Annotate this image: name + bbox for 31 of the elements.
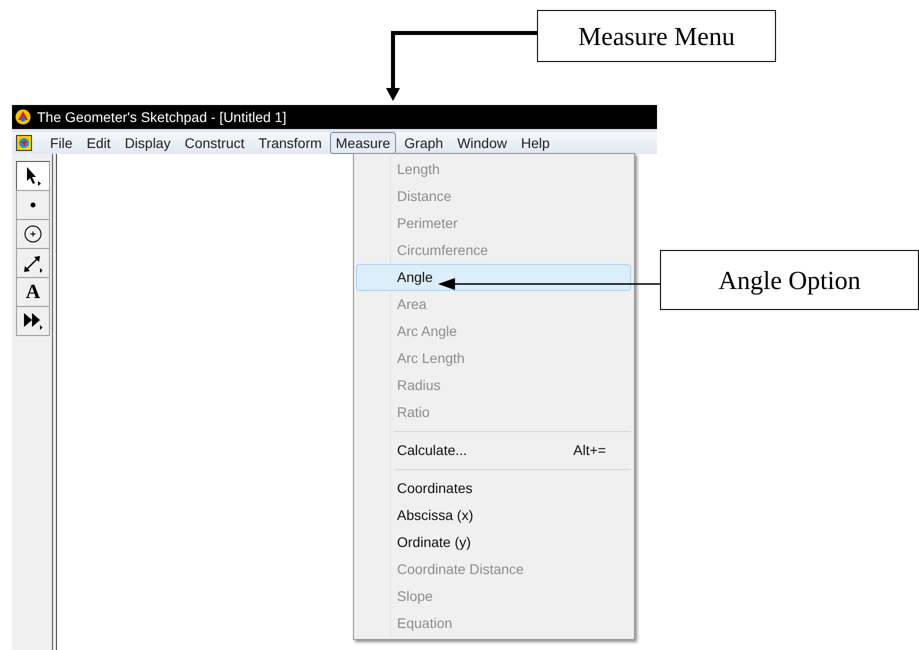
menu-bar-item[interactable]: File: [44, 132, 79, 154]
tool-button[interactable]: [16, 161, 50, 191]
menu-item[interactable]: Calculate... Alt+=: [356, 437, 631, 464]
tool-button[interactable]: A: [16, 277, 50, 307]
point-icon: [30, 202, 36, 208]
menu-bar-item[interactable]: Construct: [178, 132, 251, 154]
menu-bar-item[interactable]: Edit: [80, 132, 117, 154]
menu-bar-item[interactable]: Window: [451, 132, 513, 154]
app-logo-icon: [15, 109, 31, 125]
menu-bar-item[interactable]: Display: [118, 132, 177, 154]
circle-icon: [24, 225, 42, 243]
menu-bar-item[interactable]: Measure: [330, 132, 396, 154]
menu-item[interactable]: Abscissa (x): [356, 502, 631, 529]
menu-item[interactable]: Angle: [356, 264, 631, 291]
callout-box: Measure Menu: [537, 10, 776, 62]
callout-box: Angle Option: [660, 250, 919, 310]
tool-button[interactable]: [16, 219, 50, 249]
shortcut-label: Alt+=: [573, 441, 606, 460]
document-icon[interactable]: [16, 135, 32, 151]
window-title: The Geometer's Sketchpad - [Untitled 1]: [37, 108, 286, 127]
tool-button[interactable]: [16, 248, 50, 278]
arrow-pointer-icon: [24, 166, 42, 186]
menu-bar-item[interactable]: Help: [514, 132, 556, 154]
tool-button[interactable]: [16, 306, 50, 336]
menu-bar-item[interactable]: Graph: [398, 132, 450, 154]
menu-bar-item[interactable]: Transform: [252, 132, 328, 154]
segment-icon: [23, 253, 43, 273]
menu-item[interactable]: Ordinate (y): [356, 529, 631, 556]
fast-forward-icon: [23, 312, 43, 330]
text-tool-label: A: [26, 282, 40, 302]
menu-item[interactable]: Coordinates: [356, 475, 631, 502]
